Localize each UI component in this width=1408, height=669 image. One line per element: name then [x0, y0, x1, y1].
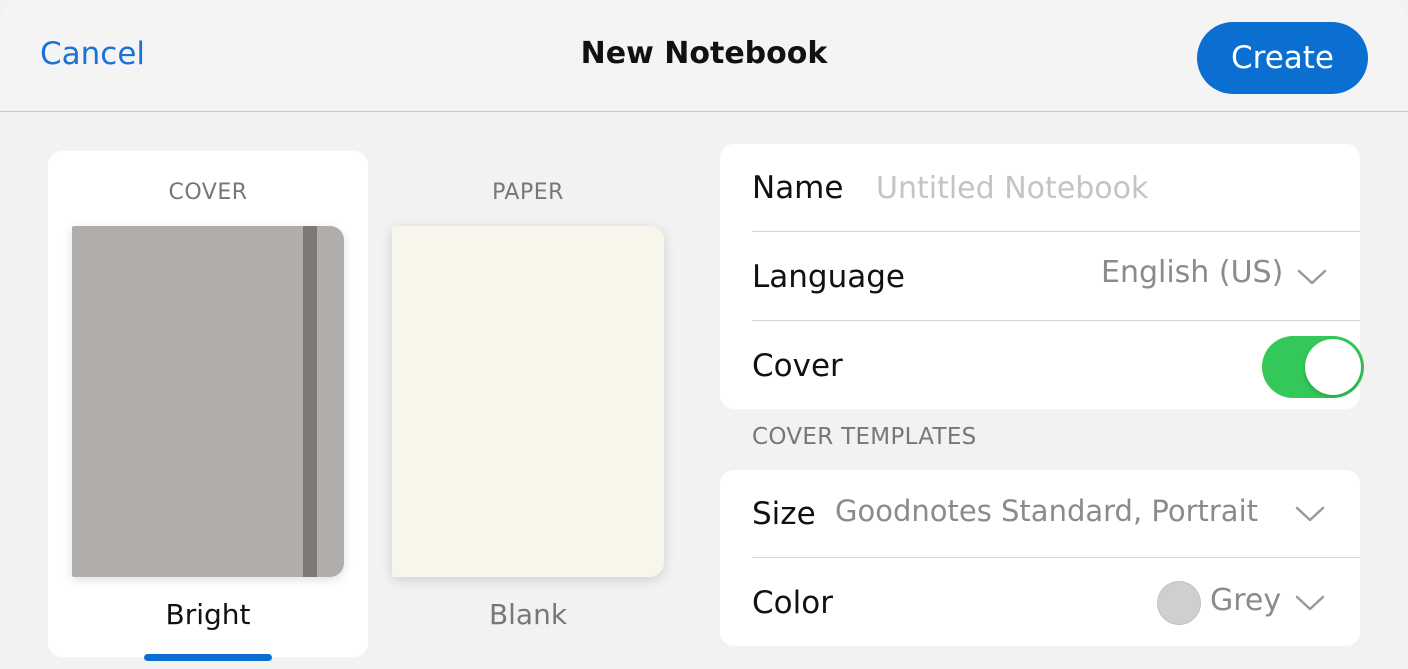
cover-thumbnail[interactable] — [72, 226, 344, 577]
header-bar: Cancel New Notebook Create — [0, 0, 1408, 112]
paper-heading: PAPER — [492, 180, 564, 205]
new-notebook-sheet: Cancel New Notebook Create COVER PAPER B… — [0, 0, 1408, 669]
cover-templates-group: Size Goodnotes Standard, Portrait Color … — [720, 470, 1360, 646]
name-label: Name — [752, 169, 844, 206]
size-value: Goodnotes Standard, Portrait — [835, 494, 1259, 528]
cover-heading: COVER — [168, 180, 248, 205]
language-label: Language — [752, 258, 905, 295]
cover-toggle[interactable] — [1262, 336, 1364, 398]
chevron-down-icon — [1297, 269, 1327, 285]
toggle-knob — [1305, 339, 1361, 395]
paper-thumbnail[interactable] — [392, 226, 664, 577]
cover-toggle-label: Cover — [752, 348, 843, 384]
size-label: Size — [752, 495, 816, 532]
name-row: Name — [752, 144, 1360, 232]
notebook-settings-group: Name Language English (US) Cover — [720, 144, 1364, 410]
create-button[interactable]: Create — [1197, 22, 1368, 94]
cover-name-label: Bright — [165, 598, 251, 631]
color-swatch — [1157, 581, 1201, 625]
cover-row: Cover — [752, 322, 1364, 410]
cover-templates-header: COVER TEMPLATES — [752, 424, 977, 450]
color-value: Grey — [1210, 583, 1282, 618]
paper-name-label: Blank — [488, 598, 568, 631]
chevron-down-icon — [1295, 506, 1325, 522]
size-row[interactable]: Size Goodnotes Standard, Portrait — [752, 470, 1360, 558]
language-row[interactable]: Language English (US) — [752, 233, 1360, 321]
name-input[interactable] — [876, 166, 1336, 210]
chevron-down-icon — [1295, 595, 1325, 611]
color-label: Color — [752, 585, 833, 621]
language-value: English (US) — [1101, 255, 1284, 290]
cover-elastic-band — [303, 226, 317, 577]
color-row[interactable]: Color Grey — [752, 559, 1360, 647]
selected-indicator — [144, 654, 272, 661]
